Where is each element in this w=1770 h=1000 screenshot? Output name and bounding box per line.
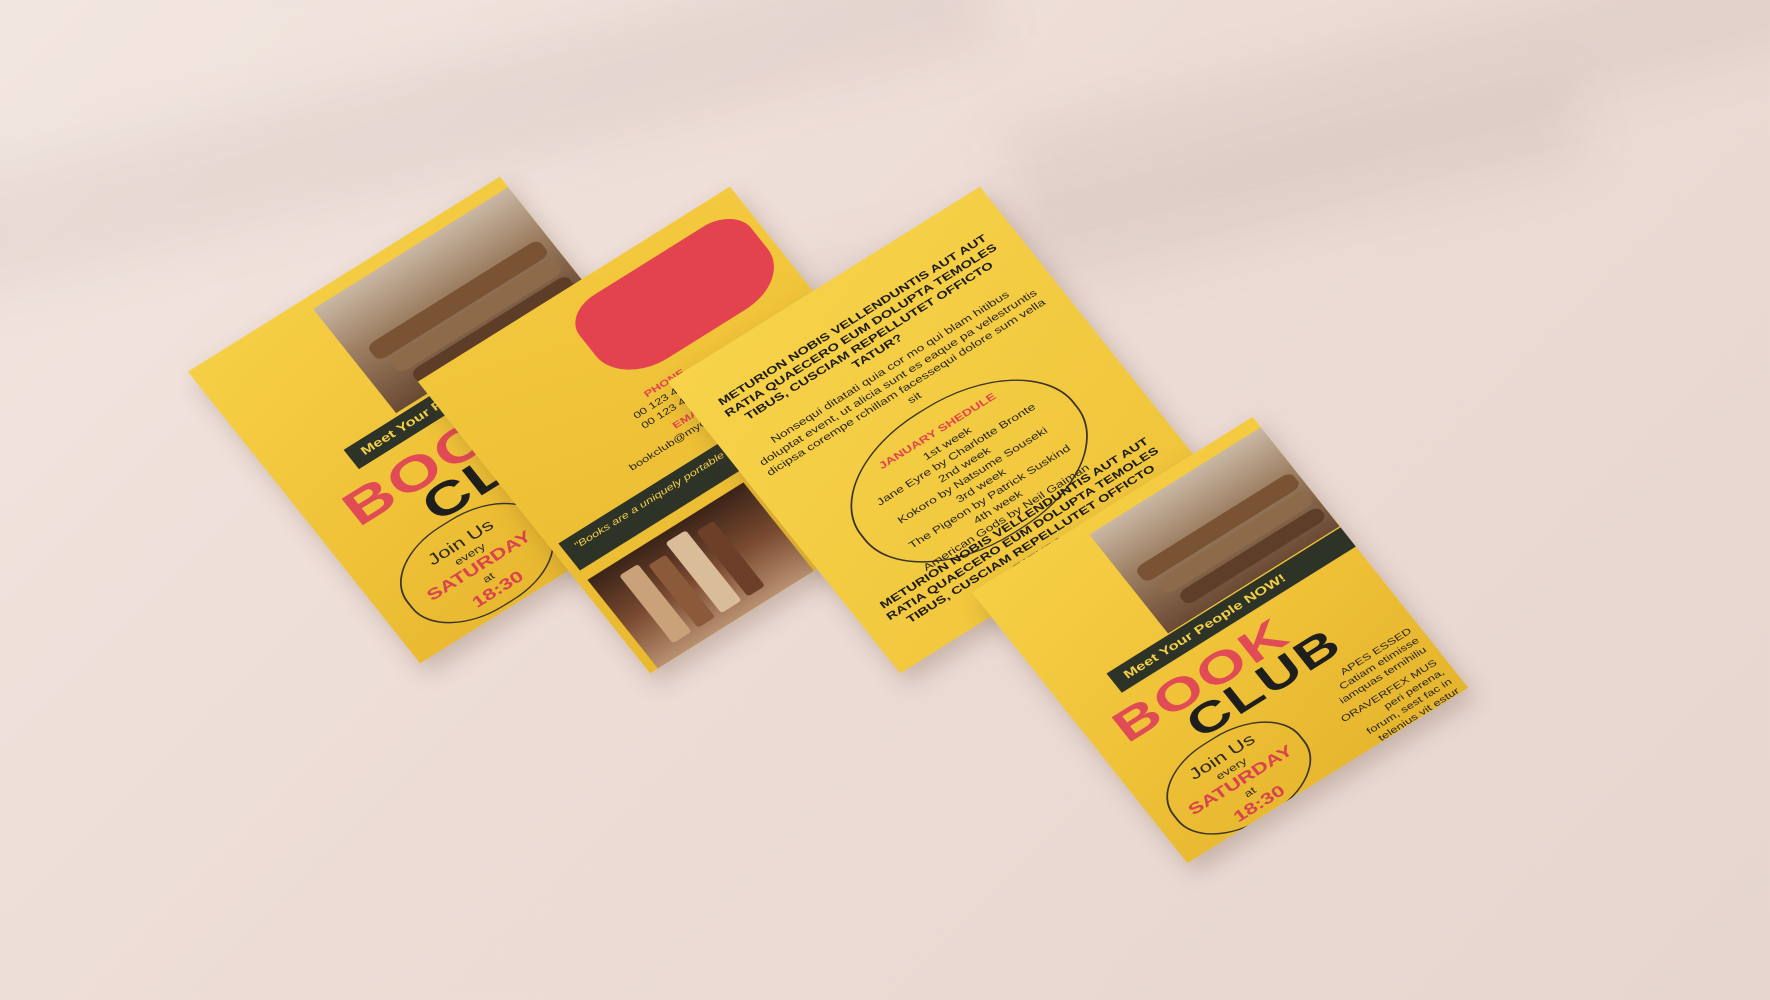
mockup-scene: Meet Your People NOW! BOOK CLUB Join Us … xyxy=(0,0,1770,1000)
